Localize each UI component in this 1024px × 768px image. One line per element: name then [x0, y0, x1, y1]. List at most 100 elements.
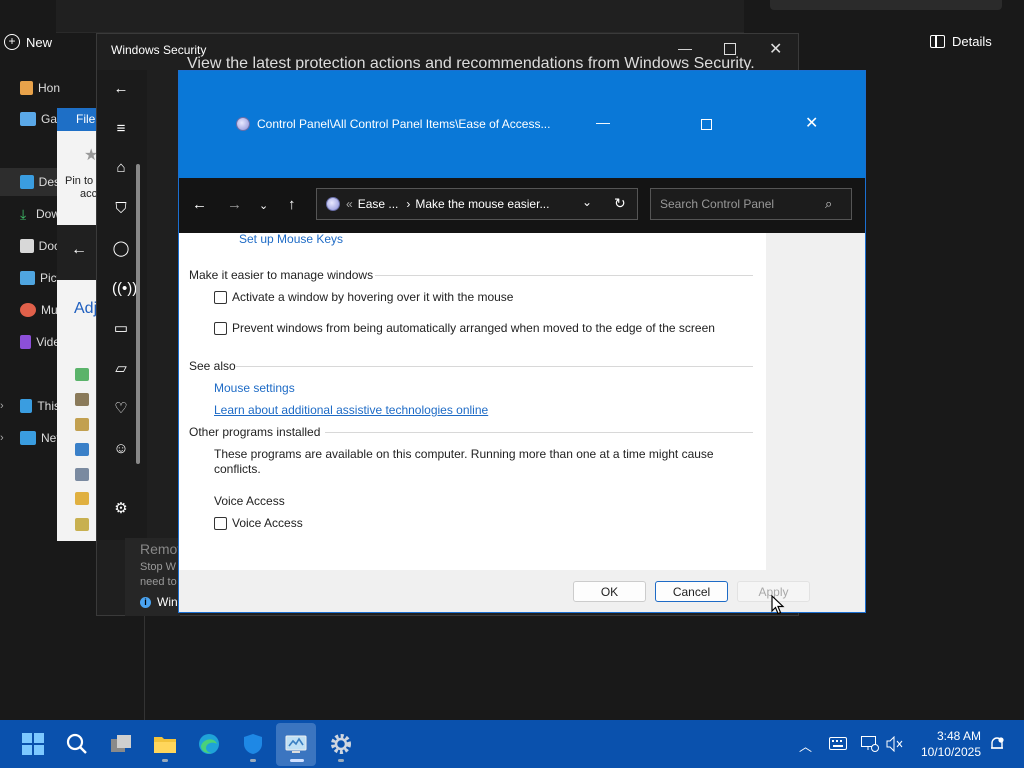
- control-icon[interactable]: [75, 418, 89, 431]
- nav-item-desktop[interactable]: Des: [0, 168, 60, 196]
- show-hidden-icons-chevron-icon[interactable]: ︿: [799, 736, 812, 755]
- this-pc-icon: [20, 399, 33, 413]
- refresh-icon[interactable]: ↻: [614, 195, 626, 212]
- maximize-icon[interactable]: [701, 119, 712, 130]
- back-arrow-icon[interactable]: ←: [112, 80, 130, 98]
- hamburger-menu-icon[interactable]: ≡: [112, 120, 130, 138]
- nav-item-downloads[interactable]: ⤓ Dow: [0, 200, 60, 228]
- search-icon[interactable]: ⌕: [825, 196, 832, 212]
- checkbox-box[interactable]: [214, 321, 227, 335]
- ease-of-access-icon: [236, 117, 250, 131]
- pictures-icon: [20, 271, 35, 285]
- address-bar[interactable]: « Ease ... › Make the mouse easier... ⌄ …: [316, 188, 638, 220]
- nav-item-home[interactable]: Hon: [0, 74, 60, 102]
- breadcrumb-current[interactable]: Make the mouse easier...: [415, 197, 549, 211]
- windows-security-icon[interactable]: [240, 732, 266, 756]
- running-indicator: [338, 759, 344, 762]
- ease-of-access-icon: [326, 197, 340, 211]
- videos-icon: [20, 335, 32, 349]
- keyboard-icon[interactable]: [829, 737, 847, 750]
- mouse-pointer-icon: [771, 595, 785, 615]
- nav-item-gallery[interactable]: Gal: [0, 105, 60, 133]
- nav-item-documents[interactable]: Doc: [0, 232, 60, 260]
- control-icon[interactable]: [75, 468, 89, 481]
- chevron-right-icon[interactable]: ›: [0, 432, 4, 444]
- ok-button[interactable]: OK: [573, 581, 646, 602]
- running-indicator: [162, 759, 168, 762]
- notifications-bell-icon[interactable]: [989, 736, 1005, 752]
- account-icon[interactable]: ◯: [112, 240, 130, 258]
- app-browser-icon[interactable]: ▭: [112, 320, 130, 338]
- file-tab[interactable]: File: [57, 108, 97, 131]
- control-panel-icon[interactable]: [283, 732, 309, 756]
- voice-access-checkbox[interactable]: Voice Access: [214, 516, 303, 530]
- nav-label: Hon: [37, 81, 60, 95]
- nav-item-pictures[interactable]: Pict: [0, 264, 60, 292]
- mouse-settings-link[interactable]: Mouse settings: [214, 381, 295, 395]
- background-nav-bar: ←: [57, 225, 97, 280]
- section-divider: [375, 275, 753, 276]
- address-dropdown-icon[interactable]: ⌄: [582, 195, 592, 209]
- section-heading-see-also: See also: [189, 359, 236, 373]
- settings-gear-icon[interactable]: ⚙: [112, 500, 130, 518]
- assistive-technologies-link[interactable]: Learn about additional assistive technol…: [214, 403, 488, 417]
- control-icon[interactable]: [75, 393, 89, 406]
- prevent-snap-checkbox[interactable]: Prevent windows from being automatically…: [214, 321, 715, 335]
- desktop-folder-icon: [20, 175, 34, 189]
- firewall-network-icon[interactable]: ((•)): [112, 280, 137, 298]
- address-overflow[interactable]: «: [346, 197, 353, 211]
- device-security-icon[interactable]: ▱: [112, 360, 130, 378]
- minimize-icon[interactable]: —: [678, 40, 692, 56]
- checkbox-box[interactable]: [214, 290, 227, 304]
- music-icon: [20, 303, 36, 317]
- window-title-text: Control Panel\All Control Panel Items\Ea…: [257, 117, 551, 131]
- new-button[interactable]: + New: [4, 34, 52, 50]
- checkbox-box[interactable]: [214, 516, 227, 530]
- start-windows-icon[interactable]: [20, 732, 46, 756]
- pin-to-quick-access[interactable]: ★ Pin to acc: [57, 145, 98, 205]
- back-arrow-icon[interactable]: ←: [192, 196, 207, 213]
- file-explorer-icon[interactable]: [152, 732, 178, 756]
- control-icon[interactable]: [75, 443, 89, 456]
- section-heading-other-programs: Other programs installed: [189, 425, 321, 439]
- family-options-icon[interactable]: ☺: [112, 440, 130, 458]
- control-icon[interactable]: [75, 518, 89, 531]
- network-status-icon[interactable]: [861, 736, 879, 752]
- breadcrumb-ease[interactable]: Ease ...: [358, 197, 399, 211]
- nav-item-videos[interactable]: Vide: [0, 328, 60, 356]
- task-view-icon[interactable]: [108, 732, 134, 756]
- shield-icon[interactable]: ⛉: [112, 200, 130, 218]
- hover-activate-checkbox[interactable]: Activate a window by hovering over it wi…: [214, 290, 513, 304]
- edge-browser-icon[interactable]: [196, 732, 222, 756]
- back-arrow-icon[interactable]: ←: [71, 241, 87, 259]
- home-icon[interactable]: ⌂: [112, 159, 130, 177]
- search-icon[interactable]: [64, 732, 90, 756]
- close-icon[interactable]: ✕: [769, 39, 782, 59]
- search-input[interactable]: Search Control Panel ⌕: [650, 188, 852, 220]
- explorer-navigation-pane: Hon Gal Des ⤓ Dow Doc Pict Mu Vide › Thi…: [0, 60, 60, 460]
- network-icon: [20, 431, 36, 445]
- settings-gear-icon[interactable]: [328, 732, 354, 756]
- chevron-right-icon[interactable]: ›: [0, 400, 4, 412]
- scrollbar-thumb[interactable]: [136, 164, 140, 464]
- mouse-keys-link[interactable]: Set up Mouse Keys: [239, 232, 343, 246]
- nav-item-music[interactable]: Mu: [0, 296, 60, 324]
- recent-locations-chevron-icon[interactable]: ⌄: [259, 199, 268, 212]
- details-button[interactable]: Details: [930, 34, 992, 49]
- control-icon[interactable]: [75, 492, 89, 505]
- close-icon[interactable]: ✕: [805, 113, 818, 133]
- device-health-icon[interactable]: ♡: [112, 400, 130, 418]
- notification-link[interactable]: i Win: [140, 595, 178, 609]
- control-icon[interactable]: [75, 368, 89, 381]
- volume-muted-icon[interactable]: [886, 736, 904, 752]
- nav-item-this-pc[interactable]: › This: [0, 392, 60, 420]
- sidebar-scrollbar[interactable]: [133, 152, 143, 474]
- minimize-icon[interactable]: —: [596, 114, 610, 130]
- forward-arrow-icon[interactable]: →: [227, 196, 242, 213]
- nav-item-network[interactable]: › Net: [0, 424, 60, 452]
- control-panel-title: Control Panel\All Control Panel Items\Ea…: [236, 117, 550, 131]
- cancel-button[interactable]: Cancel: [655, 581, 728, 602]
- clock[interactable]: 3:48 AM 10/10/2025: [918, 728, 981, 760]
- up-arrow-icon[interactable]: ↑: [288, 196, 296, 213]
- maximize-icon[interactable]: [724, 43, 736, 55]
